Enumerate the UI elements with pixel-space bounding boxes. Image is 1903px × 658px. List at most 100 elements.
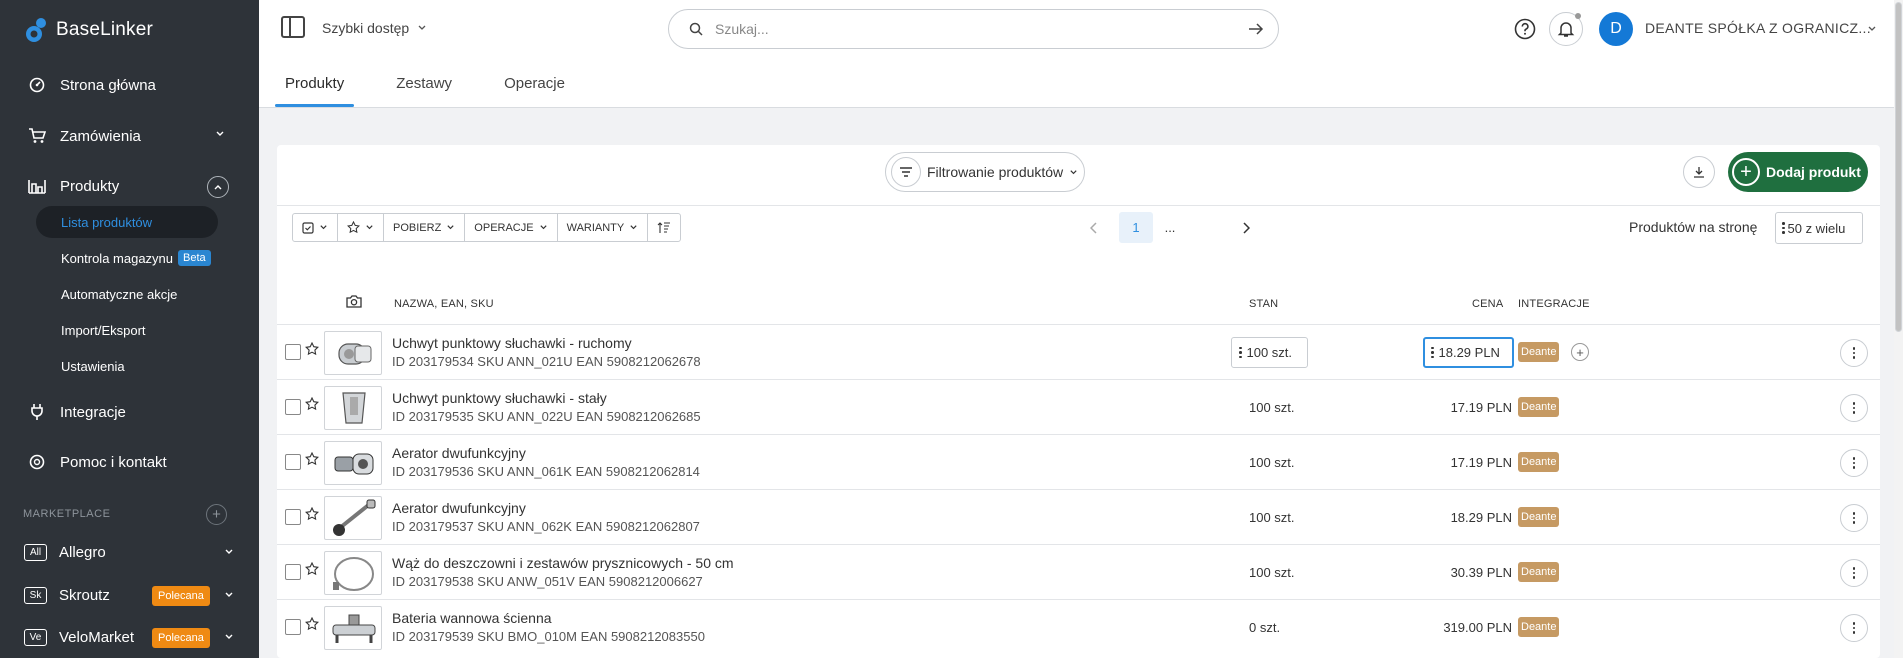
add-product-button[interactable]: + Dodaj produkt [1728, 152, 1868, 192]
stock-value[interactable]: 100 szt. [1249, 565, 1295, 580]
marketplace-item-skroutz[interactable]: Sk Skroutz Polecana [24, 581, 234, 609]
sidebar-item-automatic-actions[interactable]: Automatyczne akcje [36, 278, 218, 310]
row-checkbox[interactable] [285, 454, 301, 470]
row-checkbox[interactable] [285, 509, 301, 525]
stock-value[interactable]: 0 szt. [1249, 620, 1280, 635]
row-checkbox[interactable] [285, 399, 301, 415]
row-menu-button[interactable] [1840, 394, 1868, 422]
marketplace-item-allegro[interactable]: All Allegro [24, 538, 234, 566]
integration-badge[interactable]: Deante [1518, 617, 1560, 637]
stock-input[interactable]: 100 szt. [1231, 337, 1308, 368]
select-dropdown[interactable] [293, 214, 338, 241]
quick-access-dropdown[interactable]: Szybki dostęp [322, 20, 427, 36]
row-menu-button[interactable] [1840, 504, 1868, 532]
table-row[interactable]: Aerator dwufunkcyjny ID 203179536 SKU AN… [277, 434, 1880, 489]
product-name[interactable]: Uchwyt punktowy słuchawki - stały [392, 390, 607, 406]
price-value[interactable]: 17.19 PLN [1451, 455, 1512, 470]
integration-badge[interactable]: Deante [1518, 452, 1560, 472]
column-header-name[interactable]: NAZWA, EAN, SKU [394, 298, 494, 310]
product-name[interactable]: Uchwyt punktowy słuchawki - ruchomy [392, 335, 632, 351]
filter-products-button[interactable]: Filtrowanie produktów [885, 152, 1085, 192]
product-thumbnail[interactable] [324, 331, 382, 375]
product-name[interactable]: Wąż do deszczowni i zestawów prysznicowy… [392, 555, 734, 571]
stock-value[interactable]: 100 szt. [1249, 400, 1295, 415]
scrollbar-thumb[interactable] [1895, 2, 1902, 332]
star-icon[interactable] [305, 342, 319, 356]
star-icon[interactable] [305, 507, 319, 521]
marketplace-item-velomarket[interactable]: Ve VeloMarket Polecana [24, 623, 234, 651]
integration-badge[interactable]: Deante [1518, 342, 1560, 362]
toggle-sidebar-icon[interactable] [281, 16, 305, 38]
integration-badge[interactable]: Deante [1518, 507, 1560, 527]
product-name[interactable]: Aerator dwufunkcyjny [392, 445, 526, 461]
row-menu-button[interactable] [1840, 559, 1868, 587]
avatar[interactable]: D [1599, 12, 1633, 46]
add-marketplace-button[interactable]: + [206, 504, 227, 525]
product-thumbnail[interactable] [324, 496, 382, 540]
nav-item-products[interactable]: Produkty [0, 164, 259, 208]
prev-page-button[interactable] [1077, 212, 1111, 243]
row-menu-button[interactable] [1840, 614, 1868, 642]
product-thumbnail[interactable] [324, 606, 382, 650]
product-thumbnail[interactable] [324, 551, 382, 595]
table-row[interactable]: Wąż do deszczowni i zestawów prysznicowy… [277, 544, 1880, 599]
price-input[interactable]: 18.29 PLN [1423, 337, 1514, 368]
price-value[interactable]: 30.39 PLN [1451, 565, 1512, 580]
product-thumbnail[interactable] [324, 441, 382, 485]
tab-sets[interactable]: Zestawy [386, 66, 462, 107]
favorite-dropdown[interactable] [338, 214, 384, 241]
next-page-button[interactable] [1229, 212, 1263, 243]
sidebar-item-import-export[interactable]: Import/Eksport [36, 314, 218, 346]
integration-badge[interactable]: Deante [1518, 397, 1560, 417]
star-icon[interactable] [305, 617, 319, 631]
help-button[interactable] [1508, 12, 1542, 46]
scrollbar[interactable] [1894, 0, 1903, 658]
table-row[interactable]: Aerator dwufunkcyjny ID 203179537 SKU AN… [277, 489, 1880, 544]
sort-button[interactable] [648, 214, 680, 241]
chevron-down-icon[interactable] [1867, 24, 1877, 34]
price-value[interactable]: 319.00 PLN [1443, 620, 1512, 635]
nav-item-integrations[interactable]: Integracje [0, 390, 259, 434]
download-button[interactable] [1683, 156, 1715, 188]
price-value[interactable]: 18.29 PLN [1451, 510, 1512, 525]
star-icon[interactable] [305, 397, 319, 411]
search-input[interactable] [715, 21, 1248, 37]
row-menu-button[interactable] [1840, 339, 1868, 367]
star-icon[interactable] [305, 452, 319, 466]
operations-dropdown[interactable]: OPERACJE [465, 214, 558, 241]
add-integration-button[interactable]: + [1571, 343, 1589, 361]
sidebar-item-stock-control[interactable]: Kontrola magazynu Beta [36, 242, 218, 274]
product-name[interactable]: Aerator dwufunkcyjny [392, 500, 526, 516]
sidebar-item-settings[interactable]: Ustawienia [36, 350, 218, 382]
collapse-button[interactable] [207, 176, 229, 198]
row-checkbox[interactable] [285, 619, 301, 635]
tab-operations[interactable]: Operacje [494, 66, 575, 107]
product-thumbnail[interactable] [324, 386, 382, 430]
stock-value[interactable]: 100 szt. [1249, 510, 1295, 525]
table-row[interactable]: Uchwyt punktowy słuchawki - ruchomy ID 2… [277, 324, 1880, 379]
notifications-button[interactable] [1549, 12, 1583, 46]
row-checkbox[interactable] [285, 564, 301, 580]
nav-item-home[interactable]: Strona główna [0, 63, 259, 107]
column-header-price[interactable]: CENA [1472, 298, 1503, 310]
row-checkbox[interactable] [285, 344, 301, 360]
sidebar-item-product-list[interactable]: Lista produktów [36, 206, 218, 238]
arrow-right-icon[interactable] [1248, 22, 1264, 36]
column-header-stock[interactable]: STAN [1249, 298, 1278, 310]
variants-dropdown[interactable]: WARIANTY [558, 214, 649, 241]
tab-products[interactable]: Produkty [275, 66, 355, 107]
stock-value[interactable]: 100 szt. [1249, 455, 1295, 470]
row-menu-button[interactable] [1840, 449, 1868, 477]
page-1-button[interactable]: 1 [1119, 212, 1153, 243]
star-icon[interactable] [305, 562, 319, 576]
brand-logo[interactable]: BaseLinker [24, 16, 153, 44]
product-name[interactable]: Bateria wannowa ścienna [392, 610, 552, 626]
company-name[interactable]: DEANTE SPÓŁKA Z OGRANICZ... [1645, 20, 1871, 36]
integration-badge[interactable]: Deante [1518, 562, 1560, 582]
table-row[interactable]: Bateria wannowa ścienna ID 203179539 SKU… [277, 599, 1880, 654]
per-page-select[interactable]: 50 z wielu [1775, 212, 1863, 244]
nav-item-help[interactable]: Pomoc i kontakt [0, 440, 259, 484]
nav-item-orders[interactable]: Zamówienia [0, 114, 259, 158]
download-dropdown[interactable]: POBIERZ [384, 214, 466, 241]
price-value[interactable]: 17.19 PLN [1451, 400, 1512, 415]
